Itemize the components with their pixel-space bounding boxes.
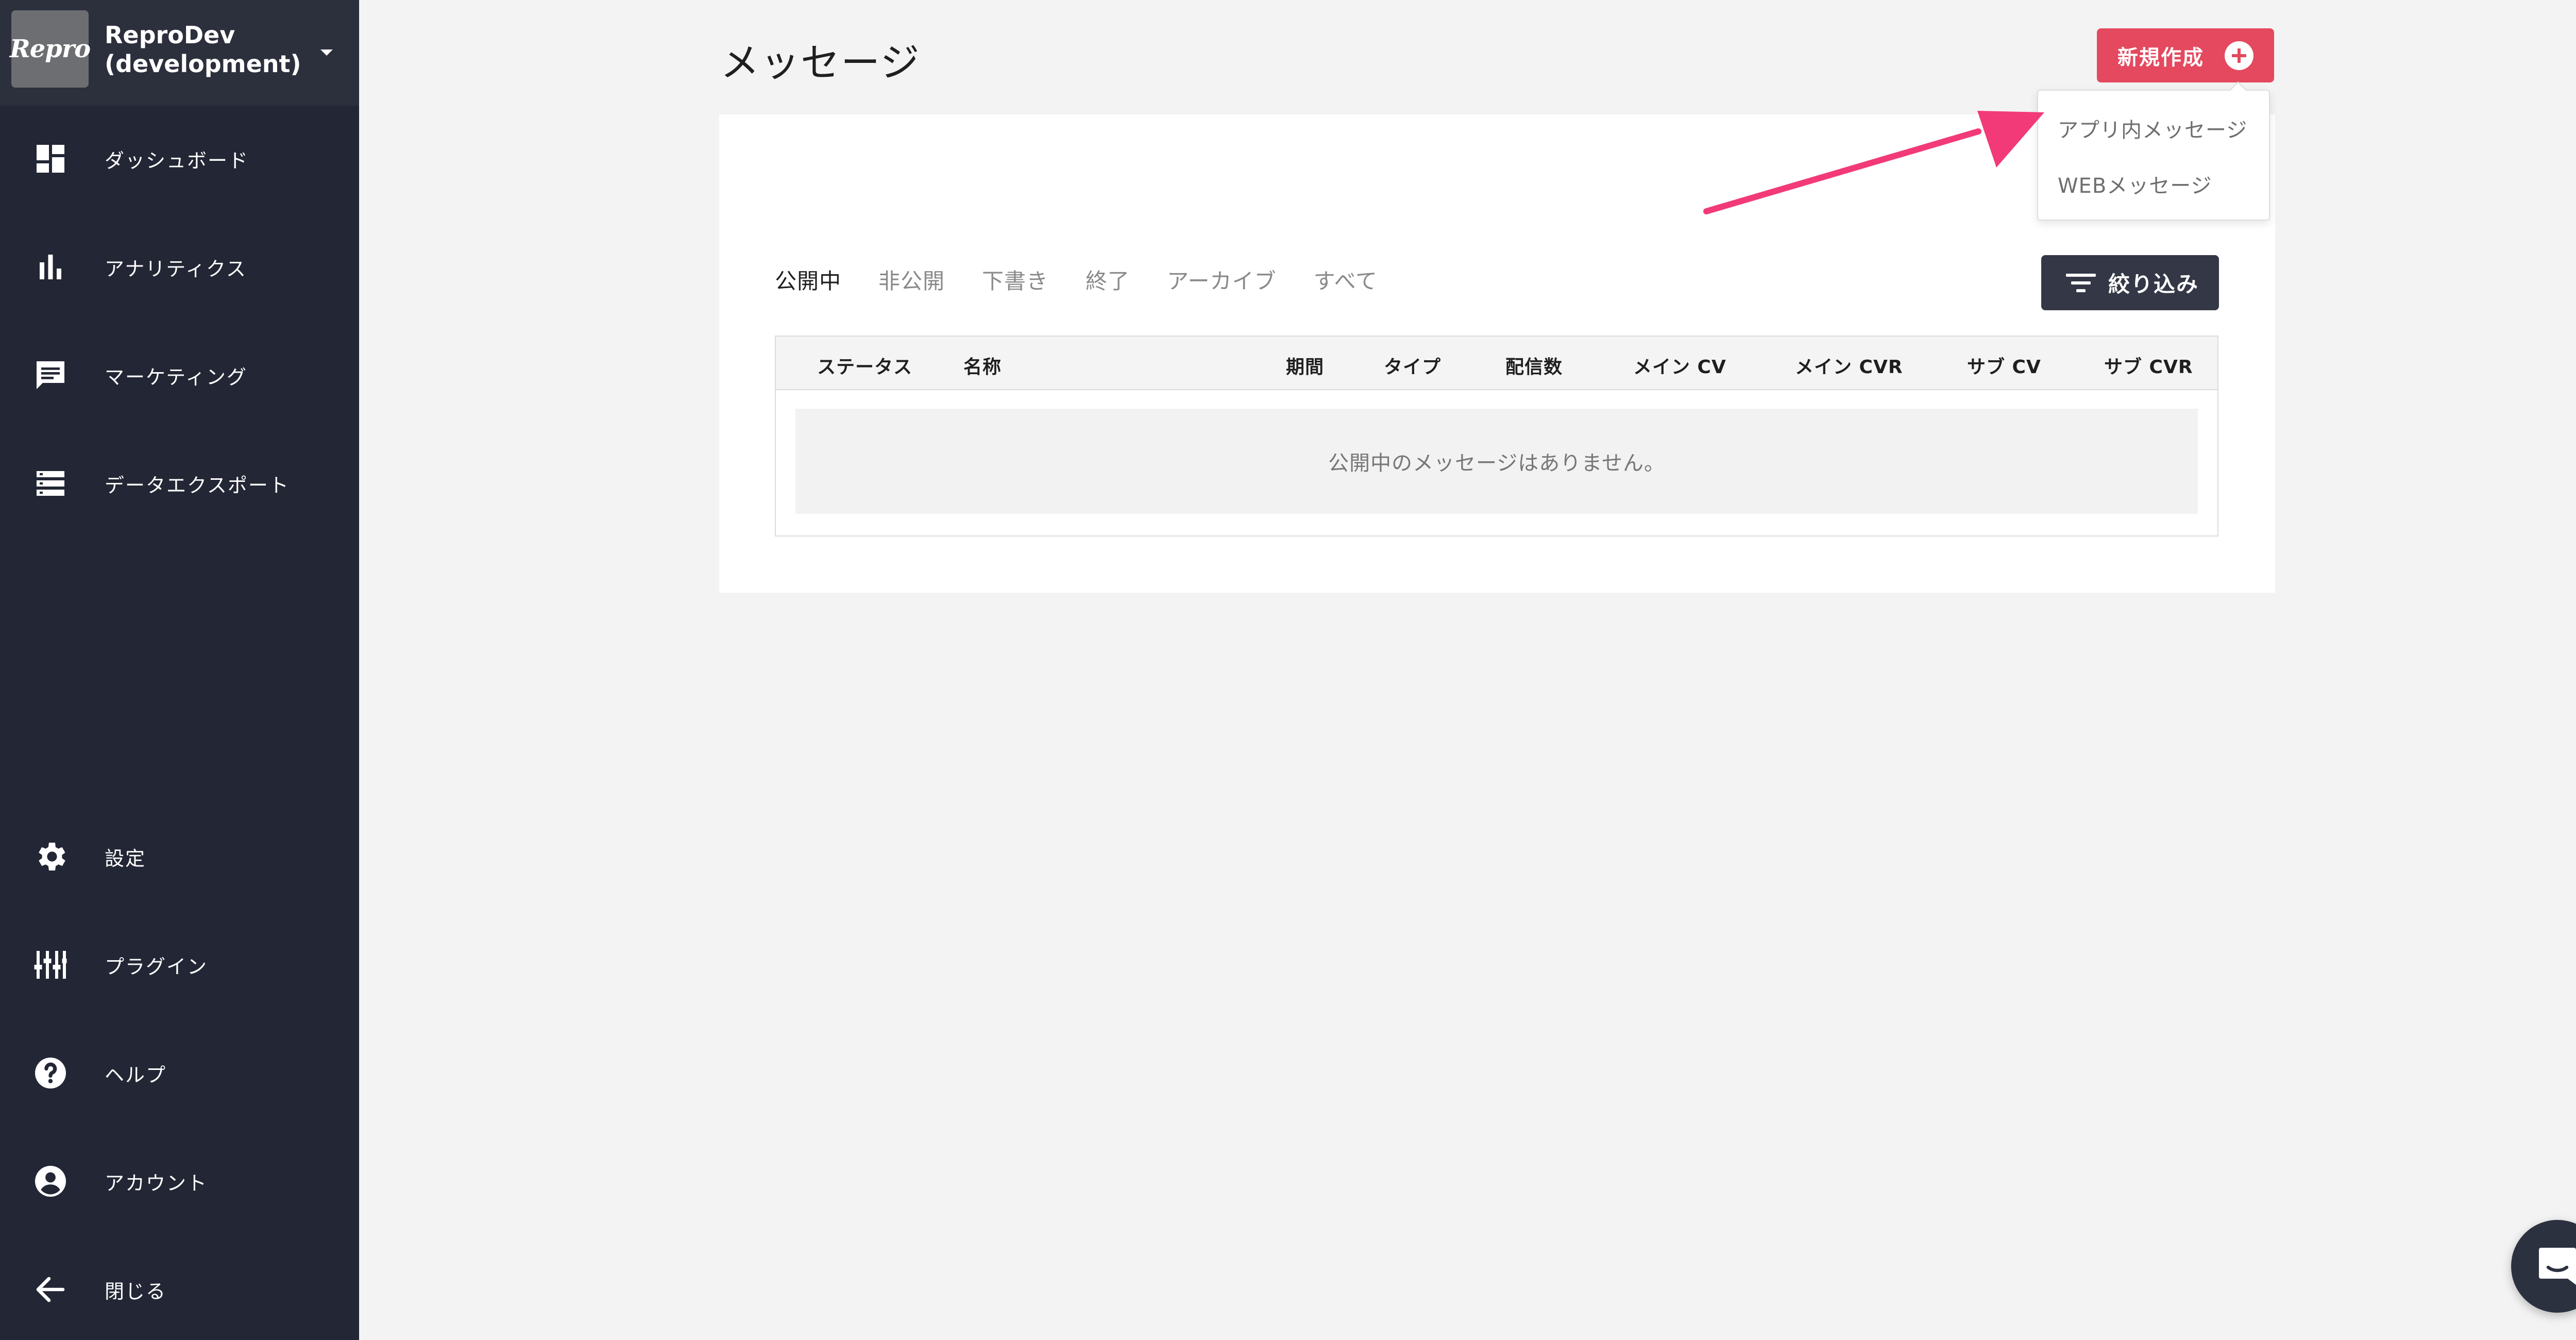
storage-icon bbox=[32, 465, 69, 502]
column-header-deliveries[interactable]: 配信数 bbox=[1505, 352, 1563, 379]
filter-button[interactable]: 絞り込み bbox=[2041, 255, 2219, 310]
column-header-main-cv[interactable]: メイン CV bbox=[1633, 352, 1726, 379]
sidebar-item-marketing[interactable]: マーケティング bbox=[0, 344, 359, 406]
column-header-period[interactable]: 期間 bbox=[1286, 352, 1324, 379]
filter-icon bbox=[2066, 272, 2096, 294]
sidebar-item-label: アナリティクス bbox=[105, 257, 247, 280]
workspace-name: ReproDev (development) bbox=[105, 21, 311, 78]
dropdown-item-in-app-message[interactable]: アプリ内メッセージ bbox=[2058, 113, 2247, 143]
plus-circle-icon bbox=[2225, 41, 2253, 70]
sidebar-item-label: ヘルプ bbox=[105, 1063, 167, 1086]
repro-logo: Repro bbox=[10, 10, 91, 88]
sidebar: Repro ReproDev (development) ダッシュボード アナリ… bbox=[0, 0, 359, 1340]
new-button-label: 新規作成 bbox=[2117, 45, 2204, 70]
sidebar-item-help[interactable]: ヘルプ bbox=[0, 1042, 359, 1104]
filter-button-label: 絞り込み bbox=[2108, 272, 2199, 297]
dashboard-icon bbox=[32, 140, 69, 177]
account-icon bbox=[32, 1163, 69, 1200]
sidebar-item-analytics[interactable]: アナリティクス bbox=[0, 236, 359, 298]
column-header-sub-cvr[interactable]: サブ CVR bbox=[2104, 352, 2193, 379]
chat-icon bbox=[2539, 1248, 2576, 1285]
tab-unpublished[interactable]: 非公開 bbox=[878, 264, 945, 295]
bar-chart-icon bbox=[32, 248, 69, 286]
sidebar-item-close[interactable]: 閉じる bbox=[0, 1259, 359, 1320]
sidebar-item-settings[interactable]: 設定 bbox=[0, 826, 359, 887]
message-icon bbox=[32, 357, 69, 394]
tab-draft[interactable]: 下書き bbox=[982, 264, 1048, 295]
tab-ended[interactable]: 終了 bbox=[1086, 264, 1130, 295]
tab-published[interactable]: 公開中 bbox=[775, 264, 841, 295]
workspace-name-line1: ReproDev bbox=[105, 21, 235, 49]
plugin-icon bbox=[32, 946, 69, 983]
sidebar-item-label: データエクスポート bbox=[105, 474, 290, 497]
workspace-name-line2: (development) bbox=[105, 50, 301, 78]
chat-launcher-button[interactable] bbox=[2511, 1220, 2576, 1313]
new-message-button[interactable]: 新規作成 bbox=[2097, 28, 2274, 82]
column-header-sub-cv[interactable]: サブ CV bbox=[1967, 352, 2041, 379]
caret-down-icon[interactable] bbox=[320, 49, 333, 56]
tab-all[interactable]: すべて bbox=[1314, 264, 1378, 295]
sidebar-item-plugins[interactable]: プラグイン bbox=[0, 934, 359, 996]
column-header-main-cvr[interactable]: メイン CVR bbox=[1795, 352, 1903, 379]
sidebar-item-label: 閉じる bbox=[105, 1280, 167, 1303]
sidebar-item-account[interactable]: アカウント bbox=[0, 1150, 359, 1212]
table-header: ステータス 名称 期間 タイプ 配信数 メイン CV メイン CVR サブ CV… bbox=[776, 337, 2217, 390]
gear-icon bbox=[32, 838, 69, 875]
sidebar-item-label: マーケティング bbox=[105, 365, 247, 389]
sidebar-item-label: 設定 bbox=[105, 847, 146, 870]
message-table: ステータス 名称 期間 タイプ 配信数 メイン CV メイン CVR サブ CV… bbox=[775, 336, 2218, 537]
sidebar-item-label: ダッシュボード bbox=[105, 149, 249, 172]
dropdown-item-web-message[interactable]: WEBメッセージ bbox=[2058, 169, 2212, 199]
column-header-type[interactable]: タイプ bbox=[1384, 352, 1441, 379]
sidebar-item-label: アカウント bbox=[105, 1171, 208, 1195]
status-tabs: 公開中 非公開 下書き 終了 アーカイブ すべて bbox=[775, 264, 1378, 295]
page-title: メッセージ bbox=[720, 40, 921, 86]
tab-archive[interactable]: アーカイブ bbox=[1167, 264, 1276, 295]
workspace-switcher[interactable]: Repro ReproDev (development) bbox=[0, 0, 359, 106]
arrow-left-icon bbox=[32, 1271, 69, 1308]
sidebar-item-dashboard[interactable]: ダッシュボード bbox=[0, 128, 359, 190]
sidebar-item-data-export[interactable]: データエクスポート bbox=[0, 453, 359, 514]
column-header-status[interactable]: ステータス bbox=[817, 352, 912, 379]
new-message-dropdown: アプリ内メッセージ WEBメッセージ bbox=[2037, 81, 2270, 221]
sidebar-item-label: プラグイン bbox=[105, 955, 208, 978]
help-icon bbox=[32, 1054, 69, 1092]
column-header-name[interactable]: 名称 bbox=[963, 352, 1002, 379]
empty-state-message: 公開中のメッセージはありません。 bbox=[795, 409, 2198, 514]
